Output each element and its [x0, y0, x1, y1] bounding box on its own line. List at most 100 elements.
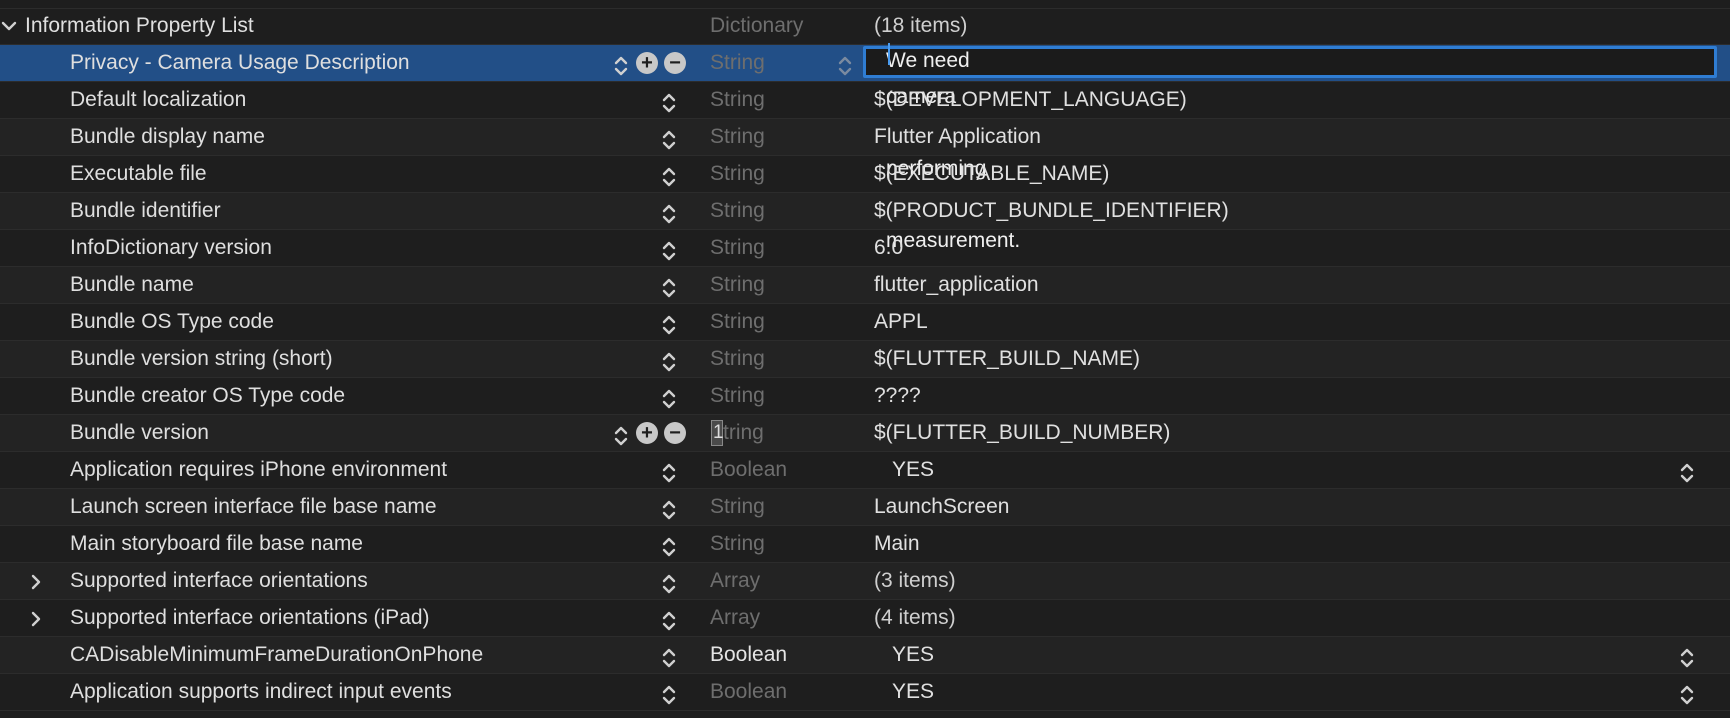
row-value[interactable]: $(DEVELOPMENT_LANGUAGE) [874, 82, 1187, 118]
row-type[interactable]: Array [710, 563, 760, 599]
up-down-chevron-icon[interactable] [612, 423, 630, 446]
plist-row[interactable]: Bundle version + − 1 tring $(FLUTTER_BUI… [0, 415, 1730, 452]
value-edit-field[interactable]: We need camera permission for performing… [863, 43, 1717, 252]
row-value[interactable]: LaunchScreen [874, 489, 1009, 525]
minus-circle-icon[interactable]: − [664, 52, 686, 74]
row-type[interactable]: String [710, 378, 765, 414]
boolean-value[interactable]: YES [892, 452, 934, 488]
plist-row[interactable]: Bundle creator OS Type code String ???? [0, 378, 1730, 415]
up-down-chevron-icon[interactable] [660, 201, 678, 224]
row-key[interactable]: Launch screen interface file base name [70, 489, 437, 525]
plus-circle-icon[interactable]: + [636, 422, 658, 444]
row-type[interactable]: String [710, 230, 765, 266]
up-down-chevron-icon[interactable] [1678, 460, 1696, 483]
row-type[interactable]: String [710, 45, 765, 81]
plist-row[interactable]: InfoDictionary version String 6.0 [0, 230, 1730, 267]
chevron-right-icon[interactable] [27, 563, 45, 599]
row-key[interactable]: Bundle creator OS Type code [70, 378, 345, 414]
row-value[interactable]: $(PRODUCT_BUNDLE_IDENTIFIER) [874, 193, 1229, 229]
row-key[interactable]: Bundle name [70, 267, 194, 303]
up-down-chevron-icon[interactable] [660, 645, 678, 668]
row-key[interactable]: Executable file [70, 156, 207, 192]
plist-row[interactable]: Main storyboard file base name String Ma… [0, 526, 1730, 563]
up-down-chevron-icon[interactable] [836, 53, 854, 76]
plist-row[interactable]: Bundle identifier String $(PRODUCT_BUNDL… [0, 193, 1730, 230]
row-key[interactable]: Main storyboard file base name [70, 526, 363, 562]
up-down-chevron-icon[interactable] [660, 497, 678, 520]
row-type[interactable]: Boolean [710, 637, 787, 673]
boolean-value[interactable]: YES [892, 674, 934, 710]
up-down-chevron-icon[interactable] [660, 571, 678, 594]
row-key[interactable]: Bundle version [70, 415, 209, 451]
row-type[interactable]: String [710, 304, 765, 340]
row-value[interactable]: 6.0 [874, 230, 903, 266]
plist-row[interactable]: Application supports indirect input even… [0, 674, 1730, 711]
up-down-chevron-icon[interactable] [660, 349, 678, 372]
up-down-chevron-icon[interactable] [660, 608, 678, 631]
plist-row[interactable]: Bundle display name String Flutter Appli… [0, 119, 1730, 156]
plist-row[interactable]: Application requires iPhone environment … [0, 452, 1730, 489]
chevron-right-icon[interactable] [27, 600, 45, 636]
plist-row[interactable]: Bundle OS Type code String APPL [0, 304, 1730, 341]
plist-row[interactable]: CADisableMinimumFrameDurationOnPhone Boo… [0, 637, 1730, 674]
up-down-chevron-icon[interactable] [660, 534, 678, 557]
up-down-chevron-icon[interactable] [660, 682, 678, 705]
row-key[interactable]: CADisableMinimumFrameDurationOnPhone [70, 637, 483, 673]
row-type[interactable]: Dictionary [710, 8, 803, 44]
row-type[interactable]: Array [710, 600, 760, 636]
up-down-chevron-icon[interactable] [660, 386, 678, 409]
minus-circle-icon[interactable]: − [664, 422, 686, 444]
row-type[interactable]: String [710, 489, 765, 525]
row-type[interactable]: String [710, 267, 765, 303]
plist-row[interactable]: Executable file String $(EXECUTABLE_NAME… [0, 156, 1730, 193]
plist-row[interactable]: Supported interface orientations (iPad) … [0, 600, 1730, 637]
row-value[interactable]: ???? [874, 378, 921, 414]
up-down-chevron-icon[interactable] [660, 238, 678, 261]
row-value[interactable]: Main [874, 526, 920, 562]
plist-row[interactable]: Privacy - Camera Usage Description + − S… [0, 43, 1730, 252]
row-value[interactable]: $(FLUTTER_BUILD_NUMBER) [874, 415, 1170, 451]
row-key[interactable]: Supported interface orientations (iPad) [70, 600, 430, 636]
row-type[interactable]: String [710, 193, 765, 229]
row-type[interactable]: tring [723, 415, 764, 451]
up-down-chevron-icon[interactable] [660, 127, 678, 150]
row-value[interactable]: $(FLUTTER_BUILD_NAME) [874, 341, 1140, 377]
plist-row[interactable]: Bundle name String flutter_application [0, 267, 1730, 304]
up-down-chevron-icon[interactable] [660, 275, 678, 298]
up-down-chevron-icon[interactable] [1678, 682, 1696, 705]
row-key[interactable]: Privacy - Camera Usage Description [70, 45, 410, 81]
up-down-chevron-icon[interactable] [660, 460, 678, 483]
up-down-chevron-icon[interactable] [612, 53, 630, 76]
row-key[interactable]: Application requires iPhone environment [70, 452, 447, 488]
row-key[interactable]: Bundle OS Type code [70, 304, 274, 340]
up-down-chevron-icon[interactable] [1678, 645, 1696, 668]
row-type[interactable]: Boolean [710, 674, 787, 710]
row-key[interactable]: Bundle display name [70, 119, 265, 155]
row-value[interactable]: Flutter Application [874, 119, 1041, 155]
plus-circle-icon[interactable]: + [636, 52, 658, 74]
chevron-down-icon[interactable] [0, 8, 18, 44]
row-key[interactable]: Default localization [70, 82, 246, 118]
row-key[interactable]: Application supports indirect input even… [70, 674, 452, 710]
row-key[interactable]: Supported interface orientations [70, 563, 368, 599]
row-type[interactable]: Boolean [710, 452, 787, 488]
plist-row[interactable]: Bundle version string (short) String $(F… [0, 341, 1730, 378]
row-type[interactable]: String [710, 341, 765, 377]
row-key[interactable]: InfoDictionary version [70, 230, 272, 266]
row-type[interactable]: String [710, 526, 765, 562]
up-down-chevron-icon[interactable] [660, 90, 678, 113]
row-value[interactable]: APPL [874, 304, 928, 340]
row-type[interactable]: String [710, 82, 765, 118]
up-down-chevron-icon[interactable] [660, 312, 678, 335]
row-type[interactable]: String [710, 156, 765, 192]
plist-row[interactable]: Launch screen interface file base name S… [0, 489, 1730, 526]
up-down-chevron-icon[interactable] [660, 164, 678, 187]
row-key[interactable]: Bundle identifier [70, 193, 221, 229]
row-value[interactable]: flutter_application [874, 267, 1039, 303]
row-value[interactable]: $(EXECUTABLE_NAME) [874, 156, 1109, 192]
row-key[interactable]: Bundle version string (short) [70, 341, 333, 377]
plist-row[interactable]: Supported interface orientations Array (… [0, 563, 1730, 600]
row-type[interactable]: String [710, 119, 765, 155]
plist-row[interactable]: Default localization String $(DEVELOPMEN… [0, 82, 1730, 119]
plist-root-row[interactable]: Information Property List Dictionary (18… [0, 8, 1730, 45]
